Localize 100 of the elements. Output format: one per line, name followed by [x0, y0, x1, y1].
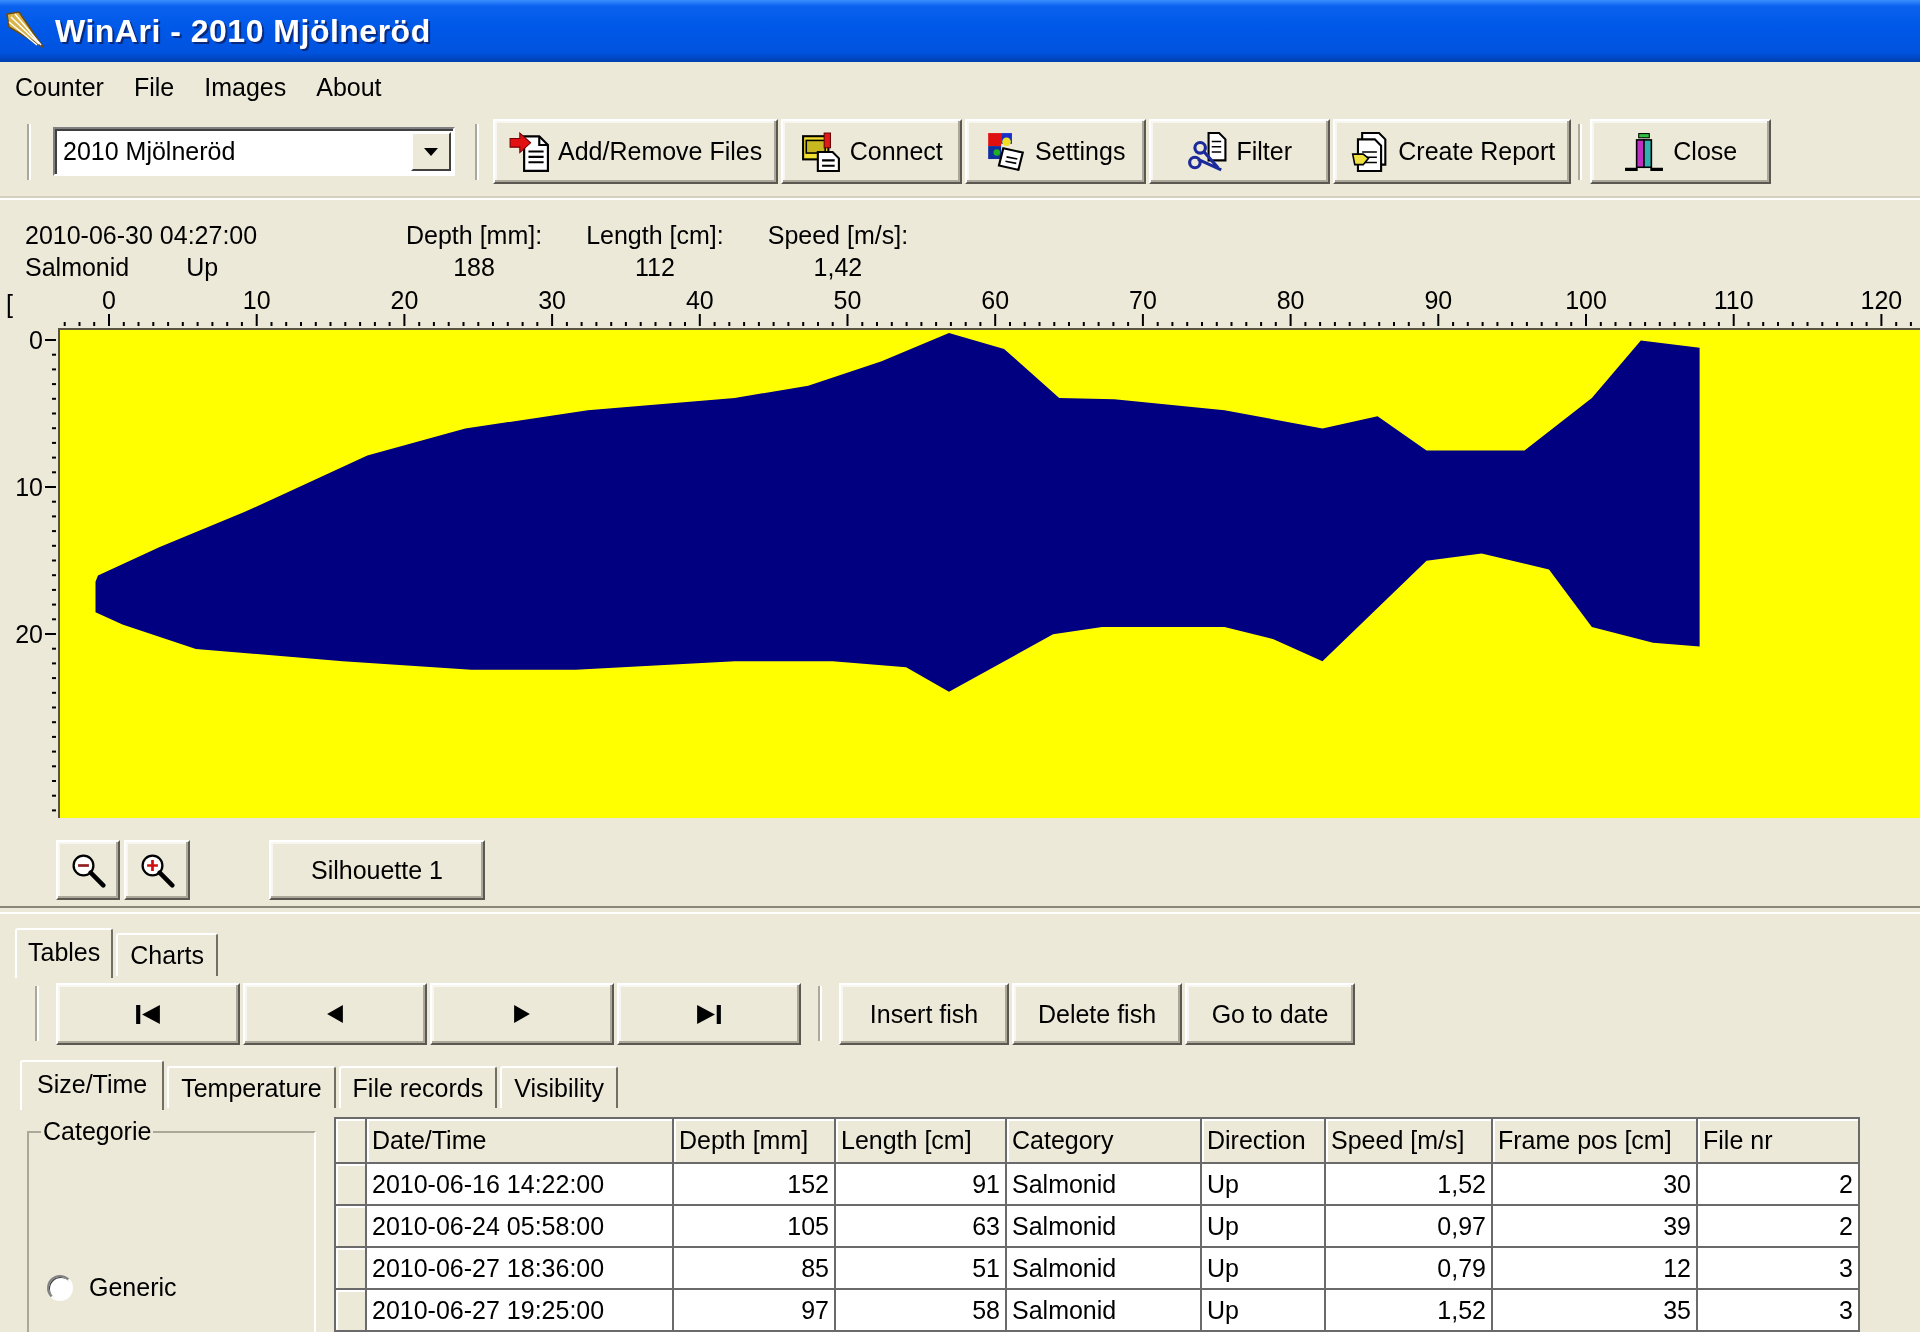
measurement-label: Speed [m/s]: — [767, 220, 909, 251]
table-cell: Salmonid — [1006, 1247, 1201, 1289]
table-cell: 2010-06-27 19:25:00 — [366, 1289, 673, 1331]
column-header[interactable]: Direction — [1201, 1118, 1325, 1163]
table-cell: 0,97 — [1325, 1205, 1492, 1247]
site-combobox[interactable]: 2010 Mjölneröd — [53, 127, 455, 176]
row-selector[interactable] — [335, 1205, 366, 1247]
table-cell: 12 — [1492, 1247, 1697, 1289]
action-button[interactable]: Insert fish — [839, 983, 1009, 1045]
first-record-button[interactable] — [56, 983, 240, 1045]
zoom-in-button[interactable] — [124, 840, 190, 900]
ruler-label: 10 — [15, 473, 43, 501]
menu-item[interactable]: File — [118, 70, 190, 104]
table-cell: 1,52 — [1325, 1163, 1492, 1205]
ruler-label: 60 — [981, 286, 1010, 314]
ruler-label: 50 — [833, 286, 862, 314]
app-icon — [5, 11, 45, 51]
splitter-bar[interactable] — [0, 906, 1920, 914]
table-cell: 85 — [673, 1247, 835, 1289]
bracket-mark: [ — [6, 290, 13, 318]
measurement-label: Depth [mm]: — [406, 220, 543, 251]
tab[interactable]: Size/Time — [20, 1060, 165, 1110]
column-header[interactable]: Depth [mm] — [673, 1118, 835, 1163]
table-cell: Salmonid — [1006, 1163, 1201, 1205]
previous-record-button[interactable] — [243, 983, 427, 1045]
menu-item[interactable]: Images — [189, 70, 302, 104]
skip-first-icon — [136, 1004, 160, 1024]
fish-timestamp: 2010-06-30 04:27:00 — [25, 220, 258, 251]
tab[interactable]: Temperature — [167, 1066, 336, 1108]
column-header[interactable]: Date/Time — [366, 1118, 673, 1163]
ruler-label: 80 — [1276, 286, 1305, 314]
table-cell: Salmonid — [1006, 1205, 1201, 1247]
table-cell: 30 — [1492, 1163, 1697, 1205]
table-cell: 3 — [1697, 1247, 1859, 1289]
toolbar-button[interactable]: Settings — [965, 119, 1147, 184]
zoom-out-button[interactable] — [56, 840, 120, 900]
tab[interactable]: File records — [338, 1066, 498, 1108]
row-selector[interactable] — [335, 1163, 366, 1205]
table-cell: 3 — [1697, 1289, 1859, 1331]
toolbar-button[interactable]: Create Report — [1333, 119, 1572, 184]
radio-button[interactable] — [47, 1274, 73, 1301]
skip-last-icon — [697, 1004, 721, 1024]
table-cell: Up — [1201, 1205, 1325, 1247]
ruler-label: 10 — [242, 286, 271, 314]
toolbar-button[interactable]: Filter — [1149, 119, 1331, 184]
column-header[interactable]: Speed [m/s] — [1325, 1118, 1492, 1163]
row-selector[interactable] — [335, 1247, 366, 1289]
ruler-label: 30 — [538, 286, 566, 314]
action-button[interactable]: Delete fish — [1012, 983, 1182, 1045]
header-corner — [335, 1118, 366, 1163]
radio-option[interactable]: Generic — [47, 1273, 304, 1302]
table-cell: Up — [1201, 1289, 1325, 1331]
measurement-label: Length [cm]: — [586, 220, 724, 251]
column-header[interactable]: Length [cm] — [835, 1118, 1006, 1163]
table-cell: 91 — [835, 1163, 1006, 1205]
last-record-button[interactable] — [617, 983, 801, 1045]
ruler-label: 90 — [1424, 286, 1453, 314]
scissors-document-icon — [1187, 131, 1228, 172]
column-header[interactable]: Category — [1006, 1118, 1201, 1163]
toolbar-button[interactable]: Close — [1590, 119, 1772, 184]
palette-card-icon — [986, 131, 1027, 172]
next-record-button[interactable] — [430, 983, 614, 1045]
zoom-out-icon — [70, 852, 106, 888]
toolbar-button[interactable]: Connect — [781, 119, 963, 184]
table-cell: Salmonid — [1006, 1289, 1201, 1331]
ruler-label: 20 — [390, 286, 419, 314]
column-header[interactable]: Frame pos [cm] — [1492, 1118, 1697, 1163]
table-cell: 2010-06-27 18:36:00 — [366, 1247, 673, 1289]
dropdown-arrow-icon — [424, 147, 438, 156]
triangle-left-icon — [327, 1005, 343, 1023]
fish-direction: Up — [186, 252, 219, 283]
triangle-right-icon — [514, 1005, 530, 1023]
table-cell: 2010-06-24 05:58:00 — [366, 1205, 673, 1247]
silhouette-button[interactable]: Silhouette 1 — [269, 840, 485, 900]
ruler-label: 0 — [102, 286, 116, 314]
table-cell: 2 — [1697, 1163, 1859, 1205]
ruler-label: 20 — [15, 620, 43, 648]
toolbar-button[interactable]: Add/Remove Files — [493, 119, 779, 184]
ruler-label: 120 — [1860, 286, 1903, 314]
dropdown-button[interactable] — [411, 132, 451, 171]
tab[interactable]: Tables — [15, 928, 114, 978]
menu-item[interactable]: About — [301, 70, 397, 104]
ruler-label: 100 — [1565, 286, 1607, 314]
tab[interactable]: Charts — [116, 933, 218, 976]
table-cell: 1,52 — [1325, 1289, 1492, 1331]
table-cell: 35 — [1492, 1289, 1697, 1331]
table-cell: 63 — [835, 1205, 1006, 1247]
table-cell: 58 — [835, 1289, 1006, 1331]
table-cell: Up — [1201, 1163, 1325, 1205]
action-button[interactable]: Go to date — [1185, 983, 1355, 1045]
row-selector[interactable] — [335, 1289, 366, 1331]
table-cell: 2 — [1697, 1205, 1859, 1247]
table-cell: 51 — [835, 1247, 1006, 1289]
table-cell: 2010-06-16 14:22:00 — [366, 1163, 673, 1205]
zoom-in-icon — [139, 852, 175, 888]
table-cell: 97 — [673, 1289, 835, 1331]
ruler-label: 110 — [1713, 286, 1754, 314]
menu-item[interactable]: Counter — [0, 70, 119, 104]
tab[interactable]: Visibility — [500, 1066, 618, 1108]
column-header[interactable]: File nr — [1697, 1118, 1859, 1163]
